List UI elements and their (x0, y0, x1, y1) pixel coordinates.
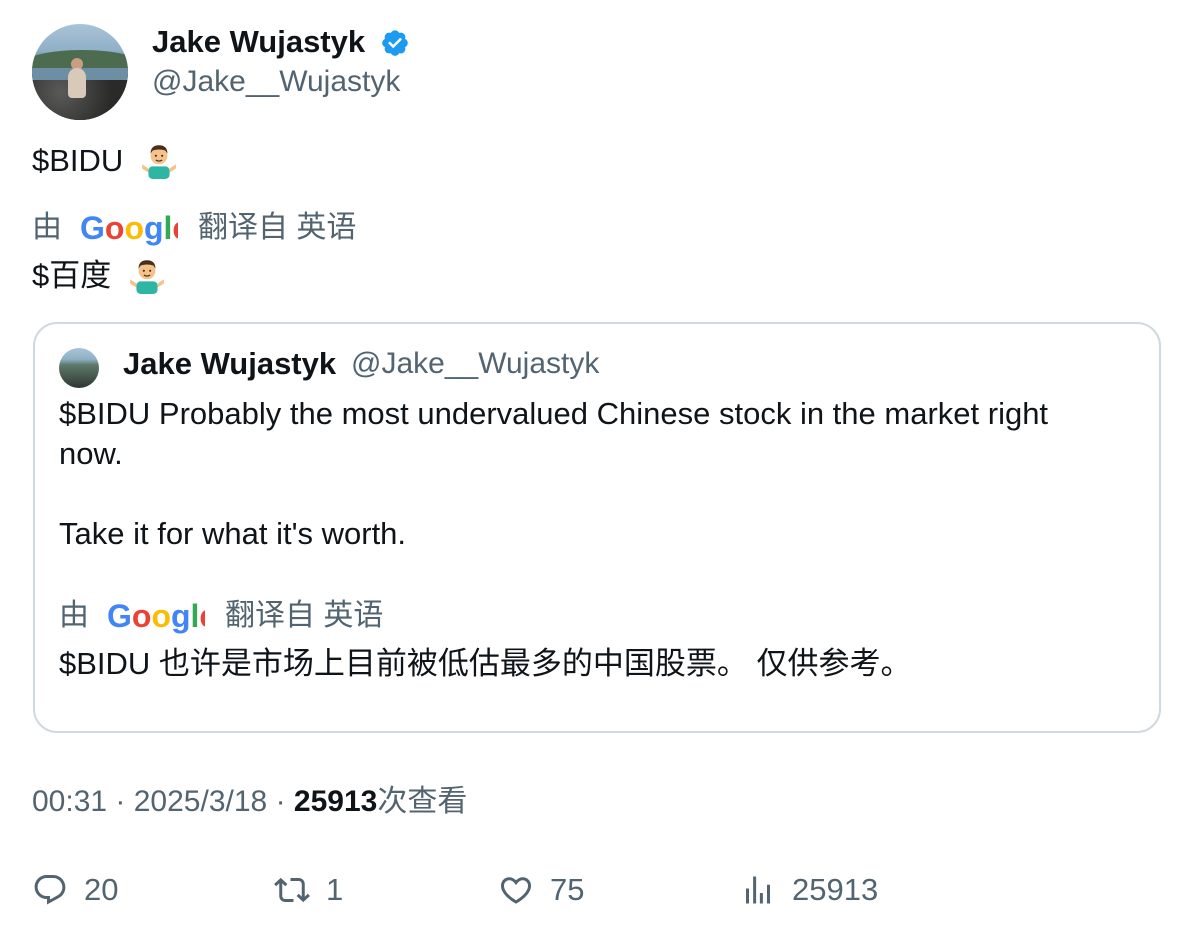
tweet-meta: 00:31 · 2025/3/18 · 25913次查看 (32, 782, 467, 822)
like-count: 75 (550, 872, 585, 907)
meta-separator: · (275, 785, 294, 818)
person-shrugging-icon (129, 260, 164, 294)
reply-count: 20 (84, 872, 119, 907)
like-button[interactable]: 75 (498, 866, 584, 914)
author-name[interactable]: Jake Wujastyk (152, 22, 365, 62)
views-button[interactable]: 25913 (740, 866, 878, 914)
verified-badge-icon (382, 30, 408, 56)
retweet-button[interactable]: 1 (274, 866, 343, 914)
meta-separator: · (115, 785, 134, 818)
svg-text:Google: Google (107, 598, 205, 634)
reply-icon (34, 875, 66, 905)
translation-attribution: 由 Google 翻译自 英语 (32, 208, 356, 248)
person-shrugging-icon (142, 145, 176, 179)
translated-tweet-body: $百度 (32, 258, 112, 293)
views-label: 次查看 (377, 785, 468, 818)
retweet-icon (274, 877, 310, 903)
tweet-actions: 20 1 75 25913 (0, 866, 1196, 914)
tweet-time[interactable]: 00:31 (32, 785, 107, 818)
tweet-text-body: $BIDU (32, 143, 124, 178)
quoted-tweet-text: $BIDU Probably the most undervalued Chin… (59, 396, 1049, 551)
quoted-translation-attribution: 由 Google 翻译自 英语 (59, 596, 383, 636)
quoted-author-handle: @Jake__Wujastyk (351, 347, 600, 380)
analytics-icon (746, 876, 770, 904)
google-logo-icon: Google (80, 210, 178, 246)
translated-tweet-text: $百度 (32, 256, 166, 296)
tweet-date[interactable]: 2025/3/18 (134, 785, 267, 818)
views-action-count: 25913 (792, 872, 879, 907)
quoted-translation-prefix: 由 (59, 599, 89, 632)
tweet-text: $BIDU (32, 141, 178, 181)
retweet-count: 1 (326, 872, 344, 907)
views-count: 25913 (293, 785, 378, 818)
quoted-tweet-card[interactable]: Jake Wujastyk @Jake__Wujastyk $BIDU Prob… (33, 322, 1161, 733)
heart-icon (500, 877, 532, 904)
quoted-translation-suffix[interactable]: 翻译自 英语 (225, 596, 383, 636)
author-handle[interactable]: @Jake__Wujastyk (152, 62, 400, 102)
quoted-author-name: Jake Wujastyk (123, 346, 337, 381)
author-avatar[interactable] (32, 24, 128, 120)
google-logo-icon: Google (107, 598, 205, 634)
reply-button[interactable]: 20 (32, 866, 118, 914)
translation-prefix: 由 (32, 211, 62, 244)
quoted-author-avatar (59, 348, 99, 388)
translation-suffix[interactable]: 翻译自 英语 (198, 208, 356, 248)
quoted-translated-text: $BIDU 也许是市场上目前被低估最多的中国股票。 仅供参考。 (59, 646, 912, 681)
svg-text:Google: Google (80, 210, 178, 246)
